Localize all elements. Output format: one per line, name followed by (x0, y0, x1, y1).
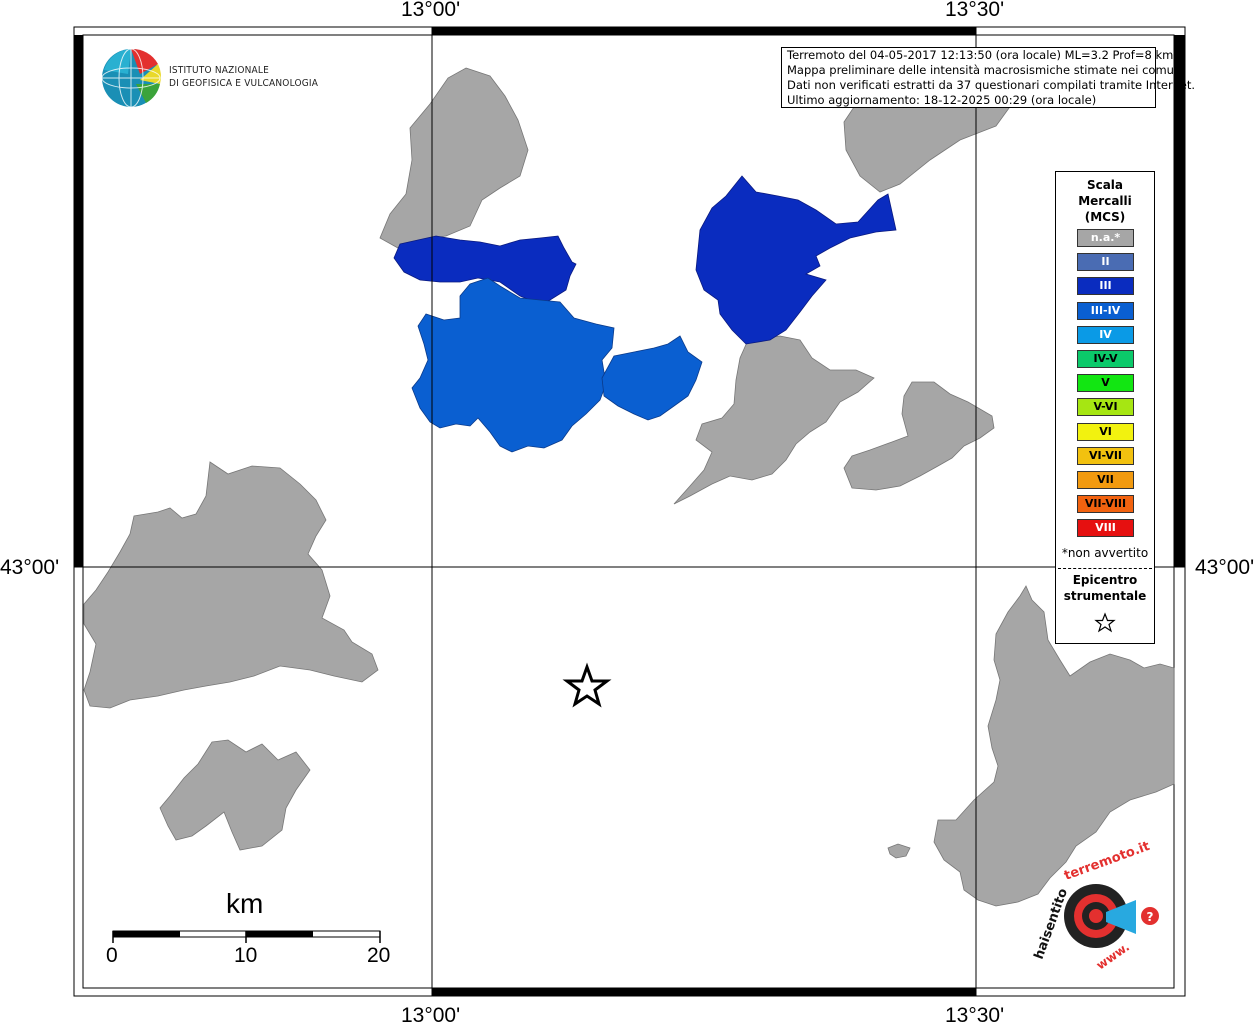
svg-text:?: ? (1147, 910, 1154, 924)
legend-swatch: III (1077, 277, 1134, 296)
mcs-legend: Scala Mercalli (MCS) n.a.* II III III-IV IV I… (1055, 171, 1155, 644)
legend-epicenter-line1: Epicentro (1072, 573, 1138, 587)
legend-title: Scala Mercalli (MCS) (1056, 177, 1154, 225)
lon-label-bottom-right: 13°30' (945, 1004, 1005, 1027)
legend-swatch: IV-V (1077, 350, 1134, 368)
event-info-line4: Ultimo aggiornamento: 18-12-2025 00:29 (… (787, 93, 1097, 107)
ingv-globe-icon (101, 48, 161, 108)
scale-tick-10: 10 (234, 944, 258, 967)
lon-label-top-left: 13°00' (401, 0, 461, 21)
legend-title-line1: Scala (1086, 178, 1124, 192)
scale-unit: km (226, 888, 264, 919)
legend-swatch: V-VI (1077, 398, 1134, 417)
ingv-logo-line1: ISTITUTO NAZIONALE (169, 65, 269, 76)
event-info-line3: Dati non verificati estratti da 37 quest… (787, 78, 1196, 92)
legend-epicenter-line2: strumentale (1063, 589, 1147, 603)
scale-tick-0: 0 (106, 944, 118, 967)
lon-label-top-right: 13°30' (945, 0, 1005, 21)
event-info-line1: Terremoto del 04-05-2017 12:13:50 (ora l… (787, 48, 1174, 62)
legend-swatch: VII-VIII (1077, 495, 1134, 514)
legend-title-line2: Mercalli (1078, 194, 1132, 208)
legend-swatch: n.a.* (1077, 229, 1134, 247)
legend-swatch: IV (1077, 325, 1134, 344)
legend-epicenter-label: Epicentro strumentale (1056, 572, 1154, 604)
legend-swatch: V (1077, 374, 1134, 393)
event-info-line2: Mappa preliminare delle intensità macros… (787, 63, 1185, 77)
frame-bar-top (432, 27, 976, 35)
legend-swatch: VI-VII (1077, 446, 1134, 465)
frame-bar-left (74, 35, 83, 567)
lat-label-right: 43°00' (1195, 556, 1255, 579)
lat-label-left: 43°00' (0, 556, 60, 579)
legend-swatch: VIII (1077, 519, 1134, 538)
legend-separator (1058, 568, 1152, 569)
frame-bar-right (1174, 35, 1185, 567)
legend-star-icon (1094, 612, 1116, 633)
legend-swatch: II (1077, 253, 1134, 272)
legend-note: *non avvertito (1061, 546, 1149, 560)
ingv-logo-line2: DI GEOFISICA E VULCANOLOGIA (169, 78, 319, 89)
ingv-logo-text: ISTITUTO NAZIONALE DI GEOFISICA E VULCAN… (169, 64, 318, 90)
legend-swatch: VII (1077, 471, 1134, 489)
legend-swatch: III-IV (1077, 301, 1134, 320)
legend-swatch: VI (1077, 422, 1134, 441)
legend-title-line3: (MCS) (1084, 210, 1126, 224)
lon-label-bottom-left: 13°00' (401, 1004, 461, 1027)
event-info-box: Terremoto del 04-05-2017 12:13:50 (ora l… (781, 47, 1196, 108)
frame-bar-bottom (432, 988, 976, 996)
scale-tick-20: 20 (367, 944, 391, 967)
